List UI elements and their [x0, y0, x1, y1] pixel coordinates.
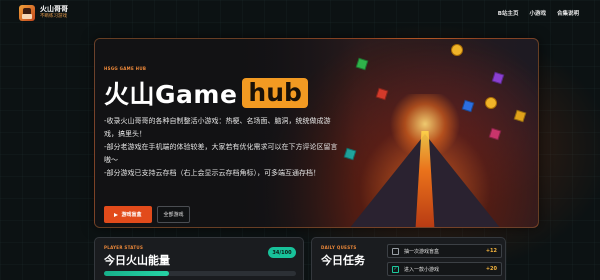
player-status-card: PLAYER STATUS 今日火山能量 34/100 [94, 237, 304, 280]
nav-link-mini-games[interactable]: 小游戏 [529, 9, 546, 17]
quest-reward: +20 [485, 266, 497, 272]
hero-description-line: -部分老游戏在手机端的体验较差，大家若有优化需求可以在下方评论区留言嗷～ [104, 143, 338, 164]
pixel-block-decoration [355, 57, 369, 71]
brand-name: 火山哥哥 [40, 5, 68, 14]
coin-decoration [485, 97, 497, 109]
game-blind-box-label: 游戏盲盒 [121, 212, 142, 218]
energy-badge: 34/100 [268, 247, 296, 258]
coin-decoration [451, 44, 463, 56]
hero-tag: HSGG GAME HUB [104, 66, 147, 71]
game-blind-box-button[interactable]: 游戏盲盒 [104, 206, 152, 223]
daily-quests-label: DAILY QUESTS [321, 245, 357, 250]
hero-title-accent: hub [242, 78, 308, 108]
nav-links: B站主页 小游戏 合集说明 [498, 9, 579, 17]
all-games-label: 全部游戏 [163, 212, 184, 218]
hero-description: -收录火山哥哥的各种自制整活小游戏：热梗、名场面、脑洞，统统做成游戏，搞里头！ … [104, 115, 344, 180]
brand-text: 火山哥哥 不断练习游戏 [40, 6, 68, 20]
quest-list: 抽一次游戏盲盒 +12 ✓ 进入一款小游戏 +20 [387, 244, 502, 280]
top-navigation: 火山哥哥 不断练习游戏 B站主页 小游戏 合集说明 [0, 0, 600, 26]
quest-label: 抽一次游戏盲盒 [404, 248, 440, 255]
hero-title-main: 火山Game [104, 80, 238, 109]
energy-progress-fill [104, 271, 170, 276]
hero-description-line: -收录火山哥哥的各种自制整活小游戏：热梗、名场面、脑洞，统统做成游戏，搞里头！ [104, 117, 331, 138]
brand-subtitle: 不断练习游戏 [40, 14, 67, 20]
energy-progress-bar [104, 271, 296, 276]
quest-item[interactable]: 抽一次游戏盲盒 +12 [387, 244, 502, 258]
check-icon[interactable]: ✓ [392, 265, 399, 273]
player-status-title: 今日火山能量 [104, 254, 170, 267]
daily-quests-card: DAILY QUESTS 今日任务 抽一次游戏盲盒 +12 ✓ 进入一款小游戏 … [311, 237, 506, 280]
quest-reward: +12 [485, 248, 497, 254]
hero-banner: HSGG GAME HUB 火山Game hub -收录火山哥哥的各种自制整活小… [94, 38, 539, 228]
pixel-block-decoration [513, 109, 527, 123]
quest-item[interactable]: ✓ 进入一款小游戏 +20 [387, 262, 502, 276]
brand[interactable]: 火山哥哥 不断练习游戏 [19, 5, 68, 21]
quest-label: 进入一款小游戏 [404, 266, 440, 273]
avatar-logo-icon [19, 5, 35, 21]
nav-link-collection-info[interactable]: 合集说明 [557, 9, 579, 17]
hero-description-line: -部分游戏已支持云存档（右上会显示云存档角标），可多端互通存档！ [104, 169, 321, 177]
nav-link-bilibili[interactable]: B站主页 [498, 9, 519, 17]
pixel-block-decoration [491, 71, 505, 85]
player-status-label: PLAYER STATUS [104, 245, 144, 250]
play-icon [114, 212, 119, 217]
all-games-button[interactable]: 全部游戏 [157, 206, 190, 223]
checkbox-icon[interactable] [392, 247, 399, 255]
daily-quests-title: 今日任务 [321, 254, 365, 267]
hero-title: 火山Game hub [104, 75, 308, 111]
